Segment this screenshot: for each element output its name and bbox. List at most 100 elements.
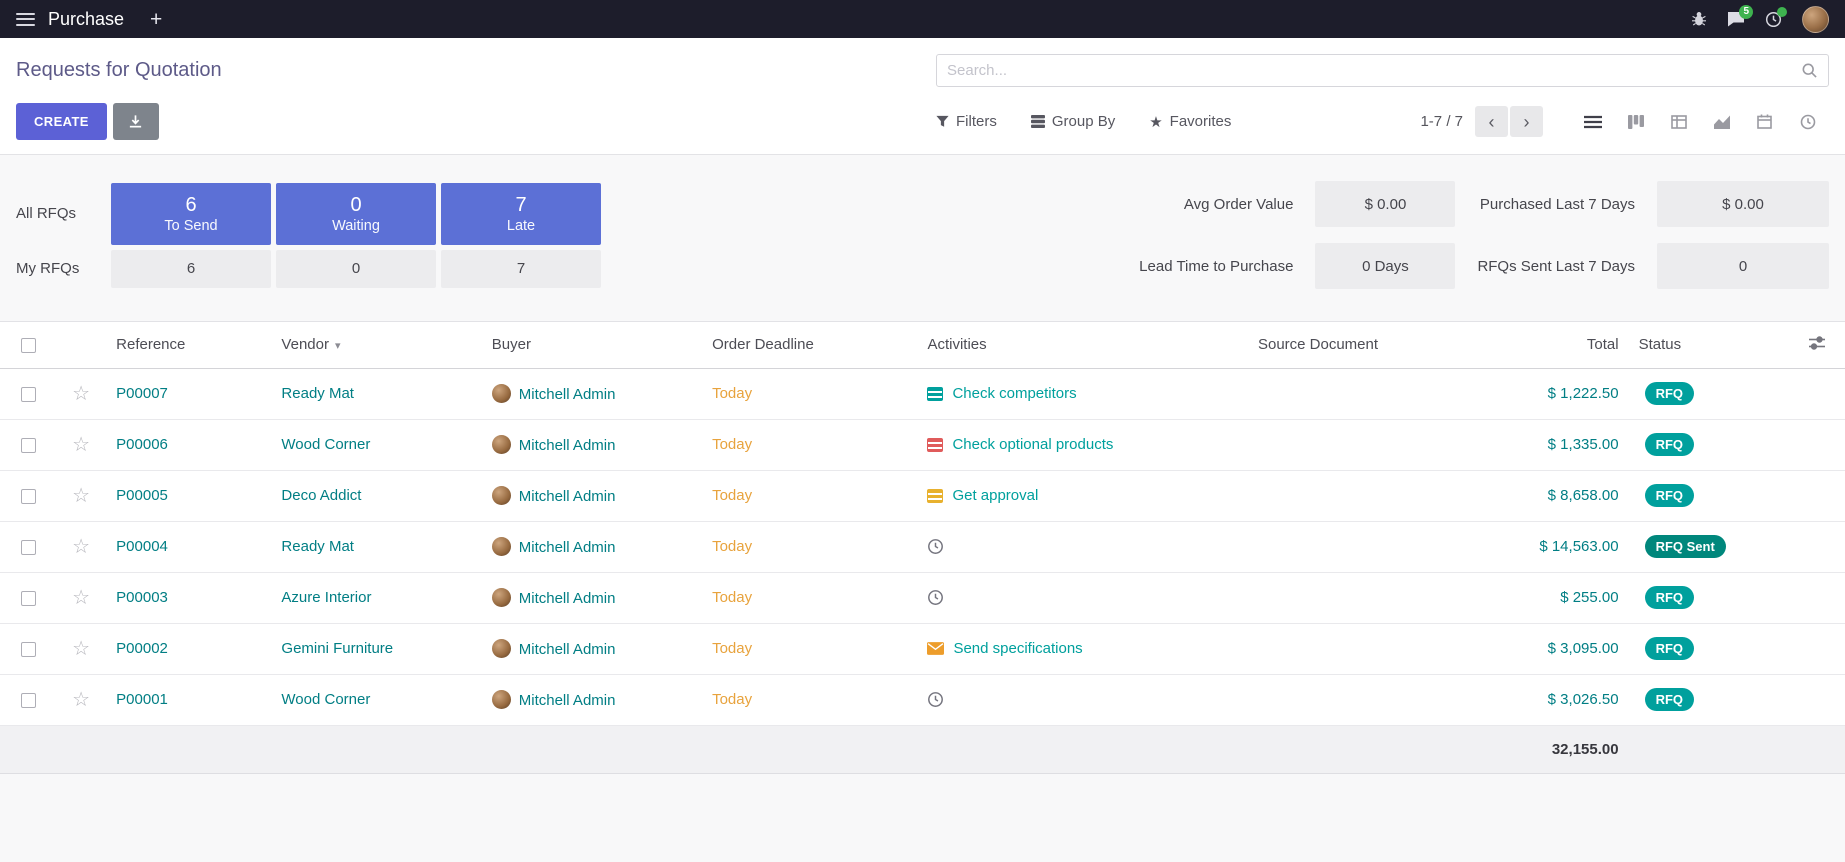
stat-value-purchased-last-7-days[interactable]: $ 0.00 (1657, 181, 1829, 227)
reference-link[interactable]: P00001 (116, 691, 168, 708)
pager-next-button[interactable]: › (1510, 106, 1543, 137)
activity-view-button[interactable] (1786, 106, 1829, 137)
row-checkbox[interactable] (21, 438, 36, 453)
header-order-deadline[interactable]: Order Deadline (702, 322, 917, 368)
buyer-link[interactable]: Mitchell Admin (519, 386, 616, 403)
activities-clock-icon[interactable] (1765, 11, 1782, 28)
app-name[interactable]: Purchase (48, 9, 124, 30)
header-vendor[interactable]: Vendor▾ (271, 322, 481, 368)
favorite-star-icon[interactable]: ☆ (72, 536, 90, 558)
header-total[interactable]: Total (1483, 322, 1628, 368)
activity-clock-icon[interactable] (927, 691, 944, 708)
apps-menu-icon[interactable] (16, 13, 35, 26)
row-checkbox[interactable] (21, 489, 36, 504)
activity-link[interactable]: Check competitors (952, 385, 1076, 402)
vendor-link[interactable]: Azure Interior (281, 589, 371, 606)
row-checkbox[interactable] (21, 642, 36, 657)
row-checkbox[interactable] (21, 540, 36, 555)
table-row[interactable]: ☆ P00007 Ready Mat Mitchell Admin Today … (0, 368, 1845, 419)
vendor-link[interactable]: Ready Mat (281, 538, 354, 555)
favorites-button[interactable]: ★ Favorites (1149, 113, 1231, 131)
favorite-star-icon[interactable]: ☆ (72, 689, 90, 711)
pivot-view-button[interactable] (1657, 106, 1700, 137)
my-tile-waiting[interactable]: 0 (276, 250, 436, 288)
purchase-dashboard: All RFQs 6 To Send 0 Waiting 7 Late My R… (0, 155, 1845, 321)
vendor-link[interactable]: Wood Corner (281, 691, 370, 708)
activity-link[interactable]: Check optional products (952, 436, 1113, 453)
activity-clock-icon[interactable] (927, 589, 944, 606)
create-button[interactable]: CREATE (16, 103, 107, 140)
filters-button[interactable]: Filters (936, 113, 997, 130)
table-row[interactable]: ☆ P00005 Deco Addict Mitchell Admin Toda… (0, 470, 1845, 521)
tile-to-send[interactable]: 6 To Send (111, 183, 271, 245)
vendor-link[interactable]: Deco Addict (281, 487, 361, 504)
row-checkbox[interactable] (21, 693, 36, 708)
plus-icon[interactable]: + (150, 9, 162, 30)
reference-link[interactable]: P00006 (116, 436, 168, 453)
messages-icon[interactable]: 5 (1727, 11, 1745, 27)
messages-count-badge: 5 (1739, 5, 1753, 19)
buyer-link[interactable]: Mitchell Admin (519, 641, 616, 658)
favorite-star-icon[interactable]: ☆ (72, 434, 90, 456)
export-button[interactable] (113, 103, 159, 140)
table-row[interactable]: ☆ P00006 Wood Corner Mitchell Admin Toda… (0, 419, 1845, 470)
breadcrumb[interactable]: Requests for Quotation (16, 59, 936, 82)
select-all-checkbox[interactable] (21, 338, 36, 353)
activity-list-icon[interactable] (927, 387, 943, 401)
activity-clock-icon[interactable] (927, 538, 944, 555)
row-checkbox[interactable] (21, 387, 36, 402)
bug-icon[interactable] (1691, 11, 1707, 27)
search-icon[interactable] (1801, 62, 1818, 79)
tile-count: 6 (185, 193, 196, 218)
header-source-document[interactable]: Source Document (1248, 322, 1483, 368)
reference-link[interactable]: P00004 (116, 538, 168, 555)
table-row[interactable]: ☆ P00004 Ready Mat Mitchell Admin Today … (0, 521, 1845, 572)
vendor-link[interactable]: Ready Mat (281, 385, 354, 402)
header-reference[interactable]: Reference (106, 322, 271, 368)
favorite-star-icon[interactable]: ☆ (72, 587, 90, 609)
stat-value-avg-order-value[interactable]: $ 0.00 (1315, 181, 1455, 227)
header-buyer[interactable]: Buyer (482, 322, 702, 368)
vendor-link[interactable]: Wood Corner (281, 436, 370, 453)
tile-waiting[interactable]: 0 Waiting (276, 183, 436, 245)
group-by-button[interactable]: Group By (1031, 113, 1115, 130)
favorite-star-icon[interactable]: ☆ (72, 485, 90, 507)
kanban-view-button[interactable] (1614, 106, 1657, 137)
reference-link[interactable]: P00003 (116, 589, 168, 606)
row-checkbox[interactable] (21, 591, 36, 606)
buyer-link[interactable]: Mitchell Admin (519, 437, 616, 454)
reference-link[interactable]: P00002 (116, 640, 168, 657)
buyer-link[interactable]: Mitchell Admin (519, 488, 616, 505)
activity-link[interactable]: Get approval (952, 487, 1038, 504)
pager-previous-button[interactable]: ‹ (1475, 106, 1508, 137)
stat-value-lead-time[interactable]: 0 Days (1315, 243, 1455, 289)
vendor-link[interactable]: Gemini Furniture (281, 640, 393, 657)
table-row[interactable]: ☆ P00003 Azure Interior Mitchell Admin T… (0, 572, 1845, 623)
stat-value-rfqs-sent-last-7-days[interactable]: 0 (1657, 243, 1829, 289)
activity-list-icon[interactable] (927, 489, 943, 503)
list-view-button[interactable] (1571, 106, 1614, 137)
activity-link[interactable]: Send specifications (953, 640, 1082, 657)
user-avatar[interactable] (1802, 6, 1829, 33)
activity-list-icon[interactable] (927, 438, 943, 452)
buyer-link[interactable]: Mitchell Admin (519, 590, 616, 607)
reference-link[interactable]: P00005 (116, 487, 168, 504)
my-tile-late[interactable]: 7 (441, 250, 601, 288)
tile-late[interactable]: 7 Late (441, 183, 601, 245)
activity-envelope-icon[interactable] (927, 642, 944, 655)
table-row[interactable]: ☆ P00001 Wood Corner Mitchell Admin Toda… (0, 674, 1845, 725)
total-amount: $ 3,095.00 (1483, 623, 1628, 674)
my-tile-to-send[interactable]: 6 (111, 250, 271, 288)
buyer-link[interactable]: Mitchell Admin (519, 692, 616, 709)
header-activities[interactable]: Activities (917, 322, 1248, 368)
search-input[interactable] (947, 62, 1801, 79)
favorite-star-icon[interactable]: ☆ (72, 638, 90, 660)
optional-columns-icon[interactable] (1808, 335, 1826, 351)
favorite-star-icon[interactable]: ☆ (72, 383, 90, 405)
table-row[interactable]: ☆ P00002 Gemini Furniture Mitchell Admin… (0, 623, 1845, 674)
graph-view-button[interactable] (1700, 106, 1743, 137)
reference-link[interactable]: P00007 (116, 385, 168, 402)
calendar-view-button[interactable] (1743, 106, 1786, 137)
buyer-link[interactable]: Mitchell Admin (519, 539, 616, 556)
header-status[interactable]: Status (1629, 322, 1789, 368)
